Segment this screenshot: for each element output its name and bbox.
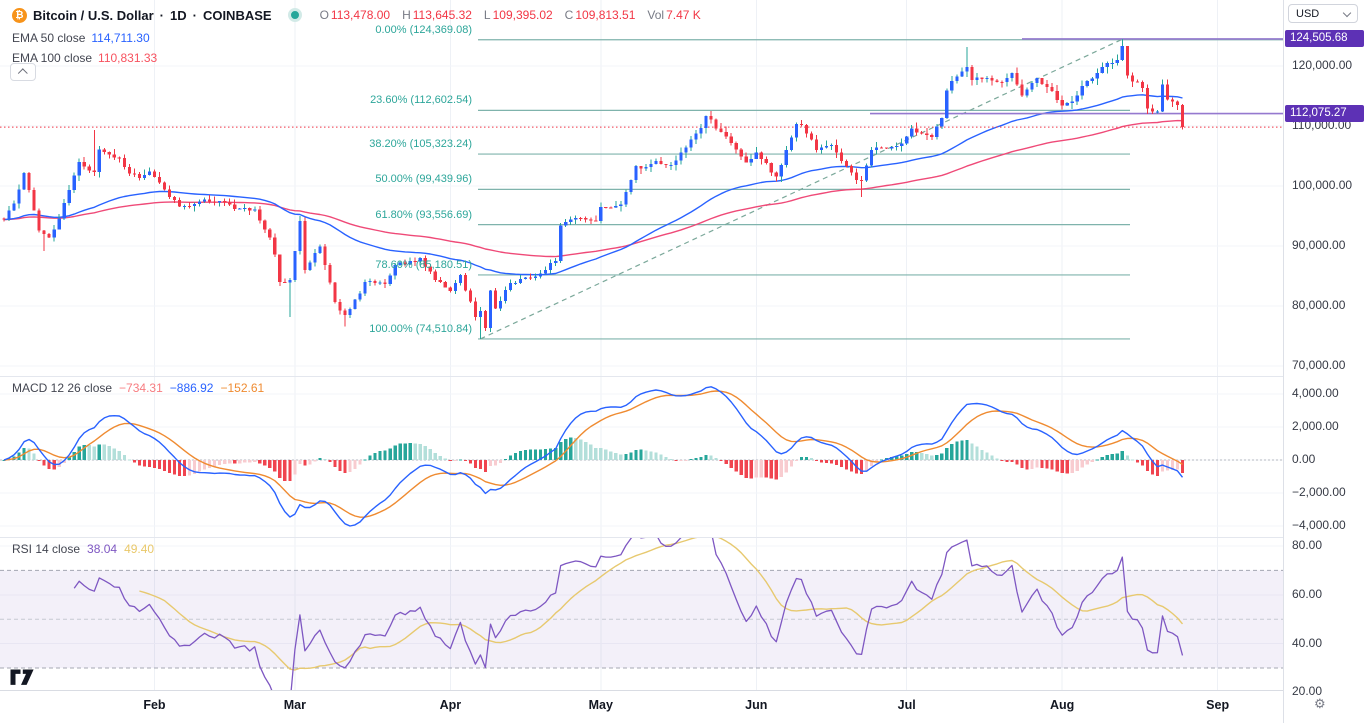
time-scale[interactable]: Feb Mar Apr May Jun Jul Aug Sep xyxy=(0,691,1283,723)
fib-level-label: 38.20% (105,323.24) xyxy=(369,138,472,150)
title-separator: · xyxy=(160,8,164,23)
month-axis-label: Jun xyxy=(734,698,778,712)
title-separator: · xyxy=(193,8,197,23)
month-axis-label: Sep xyxy=(1196,698,1240,712)
ohlc-low: L109,395.02 xyxy=(484,8,553,22)
rsi-pane xyxy=(0,521,1283,710)
fib-level-label: 78.60% (85,180.51) xyxy=(375,259,472,271)
month-axis-label: Mar xyxy=(273,698,317,712)
macd-tick-label: −2,000.00 xyxy=(1292,485,1346,499)
tradingview-logo[interactable] xyxy=(9,668,36,687)
currency-selected: USD xyxy=(1296,8,1319,20)
volume-value: Vol7.47 K xyxy=(647,8,700,22)
collapse-legend-button[interactable] xyxy=(10,63,36,81)
ema50-label: EMA 50 close xyxy=(12,31,85,45)
price-tick-label: 100,000.00 xyxy=(1292,178,1352,192)
ohlc-close: C109,813.51 xyxy=(565,8,636,22)
price-tick-label: 80,000.00 xyxy=(1292,298,1345,312)
trading-chart-app: ₿ Bitcoin / U.S. Dollar · 1D · COINBASE … xyxy=(0,0,1366,723)
macd-tick-label: 0.00 xyxy=(1292,452,1315,466)
rsi-legend[interactable]: RSI 14 close 38.04 49.40 xyxy=(12,542,154,556)
price-tick-label: 120,000.00 xyxy=(1292,58,1352,72)
macd-line-value: −886.92 xyxy=(170,381,214,395)
macd-pane xyxy=(0,387,1283,526)
rsi-tick-label: 20.00 xyxy=(1292,684,1322,698)
rsi-tick-label: 40.00 xyxy=(1292,636,1322,650)
rsi-ma-value: 49.40 xyxy=(124,542,154,556)
price-line-tag[interactable]: 124,505.68 xyxy=(1285,30,1364,47)
price-line-tag[interactable]: 112,075.27 xyxy=(1285,105,1364,122)
ema100-line xyxy=(4,121,1183,257)
macd-tick-label: 4,000.00 xyxy=(1292,386,1339,400)
market-status-icon[interactable] xyxy=(288,8,302,22)
chevron-down-icon xyxy=(1343,8,1351,16)
price-scale-settings-gear-icon[interactable]: ⚙ xyxy=(1314,696,1326,712)
macd-signal-line xyxy=(4,391,1183,517)
macd-label: MACD 12 26 close xyxy=(12,381,112,395)
price-scale[interactable]: USD ⚙ 120,000.00110,000.00100,000.0090,0… xyxy=(1283,0,1366,723)
macd-hist-value: −734.31 xyxy=(119,381,163,395)
exchange-label[interactable]: COINBASE xyxy=(203,8,272,23)
fib-level-label: 100.00% (74,510.84) xyxy=(369,323,472,335)
macd-legend[interactable]: MACD 12 26 close −734.31 −886.92 −152.61 xyxy=(12,381,264,395)
rsi-label: RSI 14 close xyxy=(12,542,80,556)
ema100-value: 110,831.33 xyxy=(98,51,157,65)
month-axis-label: May xyxy=(579,698,623,712)
price-tick-label: 70,000.00 xyxy=(1292,358,1345,372)
main-price-pane xyxy=(0,39,1283,339)
ema50-value: 114,711.30 xyxy=(91,31,149,45)
pane-separator[interactable] xyxy=(0,376,1366,377)
rsi-tick-label: 60.00 xyxy=(1292,587,1322,601)
fib-level-label: 50.00% (99,439.96) xyxy=(375,173,472,185)
month-axis-label: Apr xyxy=(428,698,472,712)
ema50-line xyxy=(4,95,1183,275)
chart-canvas[interactable] xyxy=(0,0,1366,723)
month-axis-label: Jul xyxy=(885,698,929,712)
macd-signal-value: −152.61 xyxy=(220,381,264,395)
interval-label[interactable]: 1D xyxy=(170,8,187,23)
ema50-legend[interactable]: EMA 50 close 114,711.30 xyxy=(12,31,701,44)
month-axis-label: Feb xyxy=(132,698,176,712)
macd-tick-label: −4,000.00 xyxy=(1292,518,1346,532)
fib-level-label: 61.80% (93,556.69) xyxy=(375,209,472,221)
symbol-title[interactable]: Bitcoin / U.S. Dollar xyxy=(33,8,154,23)
rsi-tick-label: 80.00 xyxy=(1292,538,1322,552)
price-tick-label: 90,000.00 xyxy=(1292,238,1345,252)
ema100-legend[interactable]: EMA 100 close 110,831.33 xyxy=(12,51,701,64)
fib-level-label: 23.60% (112,602.54) xyxy=(370,94,472,106)
chart-header: ₿ Bitcoin / U.S. Dollar · 1D · COINBASE … xyxy=(12,6,701,64)
chevron-up-icon xyxy=(17,68,27,78)
rsi-value: 38.04 xyxy=(87,542,117,556)
bitcoin-icon: ₿ xyxy=(12,8,27,23)
macd-line xyxy=(4,387,1183,526)
currency-selector[interactable]: USD xyxy=(1288,4,1358,23)
pane-separator[interactable] xyxy=(0,537,1366,538)
ohlc-high: H113,645.32 xyxy=(402,8,472,22)
macd-tick-label: 2,000.00 xyxy=(1292,419,1339,433)
ohlc-open: O113,478.00 xyxy=(320,8,391,22)
month-axis-label: Aug xyxy=(1040,698,1084,712)
